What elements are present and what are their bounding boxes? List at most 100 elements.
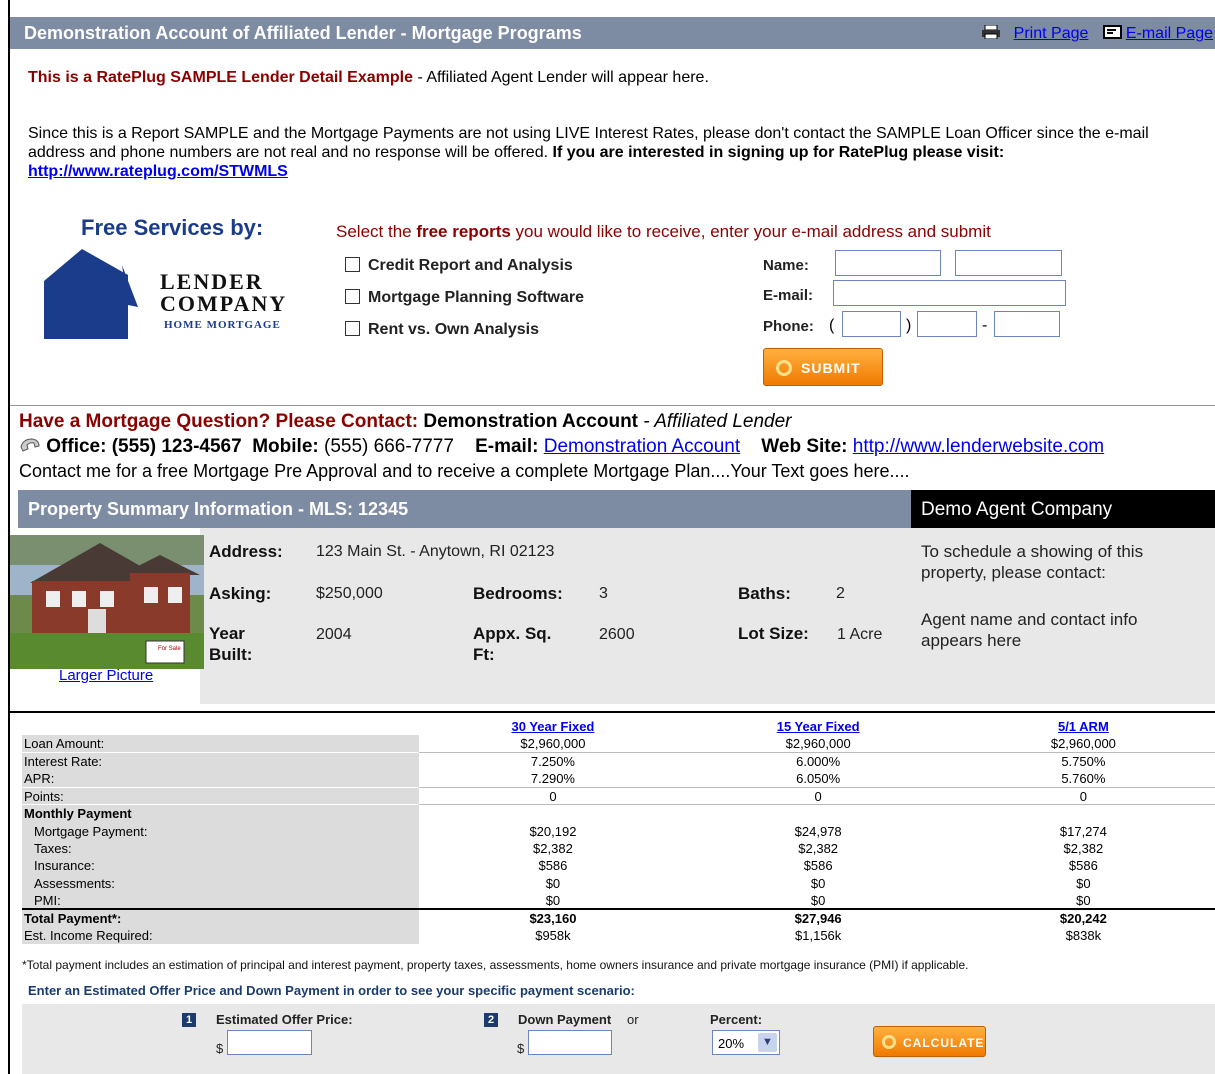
calculate-button[interactable]: CALCULATE [873, 1026, 986, 1057]
phone-label: Phone: [763, 318, 814, 335]
email-page-link[interactable]: E-mail Page [1102, 25, 1213, 42]
checkbox-label: Credit Report and Analysis [368, 257, 573, 274]
sample-disclaimer: Since this is a Report SAMPLE and the Mo… [28, 124, 1203, 181]
house-image[interactable]: For Sale [10, 535, 204, 669]
cell-15yr: $586 [803, 858, 833, 874]
cell-30yr: 7.250% [530, 754, 575, 770]
program-30yr-link[interactable]: 30 Year Fixed [512, 719, 595, 734]
phone-close-paren: ) [906, 317, 912, 334]
table-row: Taxes: $2,382 $2,382 $2,382 [22, 839, 1215, 858]
chevron-down-icon[interactable]: ▼ [758, 1033, 777, 1052]
phone-area-input[interactable] [842, 311, 901, 337]
website-label: Web Site: [761, 436, 848, 457]
checkbox-row-planning[interactable]: Mortgage Planning Software [345, 289, 584, 307]
program-15yr-header: 15 Year Fixed [685, 718, 950, 735]
loan-table-header: 30 Year Fixed 15 Year Fixed 5/1 ARM [22, 718, 1215, 736]
lender-logo-graphic: LENDER COMPANY HOME MORTGAGE [44, 249, 285, 339]
website-link[interactable]: http://www.lenderwebsite.com [853, 436, 1104, 457]
checkbox-label: Rent vs. Own Analysis [368, 321, 540, 338]
cell-15yr: $24,978 [794, 823, 842, 839]
table-row: Insurance: $586 $586 $586 [22, 857, 1215, 875]
phone-line-input[interactable] [994, 311, 1060, 337]
calculate-label: CALCULATE [903, 1036, 985, 1050]
calculator-instruction: Enter an Estimated Offer Price and Down … [28, 983, 635, 998]
sample-notice-text: - Affiliated Agent Lender will appear he… [413, 69, 709, 86]
cell-30yr [419, 805, 684, 822]
checkbox-row-rent[interactable]: Rent vs. Own Analysis [345, 321, 539, 339]
submit-circle-icon [776, 360, 792, 376]
cell-30yr: $20,192 [529, 823, 577, 839]
cell-15yr: $27,946 [684, 908, 950, 927]
contact-question: Have a Mortgage Question? Please Contact… [19, 411, 419, 432]
submit-button[interactable]: SUBMIT [763, 348, 883, 386]
print-page-link[interactable]: Print Page [1014, 25, 1089, 42]
contact-email-link[interactable]: Demonstration Account [544, 436, 740, 457]
sqft-label-1: Appx. Sq. [473, 624, 552, 643]
checkbox-label: Mortgage Planning Software [368, 289, 585, 306]
offer-price-label: Estimated Offer Price: [216, 1012, 353, 1027]
lot-size-value: 1 Acre [837, 626, 883, 643]
email-icon[interactable] [1102, 25, 1123, 39]
total-payment-footnote: *Total payment includes an estimation of… [22, 958, 969, 972]
checkbox-row-credit[interactable]: Credit Report and Analysis [345, 257, 573, 275]
email-page-label[interactable]: E-mail Page [1126, 25, 1213, 42]
agent-schedule-text: To schedule a showing of this property, … [921, 542, 1144, 582]
cell-30yr: $23,160 [419, 908, 685, 927]
first-name-input[interactable] [835, 250, 941, 276]
offer-price-input[interactable] [227, 1030, 312, 1055]
larger-picture-link[interactable]: Larger Picture [59, 667, 153, 684]
year-built-label-2: Built: [209, 645, 253, 664]
percent-label: Percent: [710, 1012, 763, 1027]
address-value: 123 Main St. - Anytown, RI 02123 [316, 543, 555, 560]
down-payment-input[interactable] [528, 1030, 612, 1055]
cell-arm: $586 [1068, 858, 1098, 874]
contact-details: Office: (555) 123-4567 Mobile: (555) 666… [19, 436, 1104, 458]
credit-report-checkbox[interactable] [345, 257, 360, 272]
email-input[interactable] [833, 280, 1066, 306]
select-reports-instruction: Select the free reports you would like t… [336, 222, 991, 242]
program-15yr-link[interactable]: 15 Year Fixed [777, 719, 860, 734]
program-30yr-header: 30 Year Fixed [419, 718, 684, 735]
table-row: Assessments: $0 $0 $0 [22, 874, 1215, 892]
select-pre: Select the [336, 222, 417, 241]
mobile-phone: (555) 666-7777 [318, 436, 454, 457]
loan-programs-table: 30 Year Fixed 15 Year Fixed 5/1 ARM Loan… [22, 718, 1215, 945]
header-links: Print Page E-mail Page [981, 25, 1213, 43]
cell-30yr: $0 [545, 875, 561, 891]
row-label: Loan Amount: [22, 735, 420, 754]
property-photo[interactable]: For Sale [10, 535, 204, 669]
address-label: Address: [209, 542, 283, 561]
mortgage-planning-checkbox[interactable] [345, 289, 360, 304]
cell-30yr: $2,960,000 [419, 735, 685, 754]
table-row: Points: 0 0 0 [22, 787, 1215, 806]
property-summary-bar: Property Summary Information - MLS: 1234… [18, 490, 911, 528]
table-row-section: Monthly Payment [22, 804, 1215, 823]
row-label: PMI: [22, 891, 420, 910]
cell-15yr [685, 805, 950, 822]
cell-30yr: $586 [538, 858, 568, 874]
rateplug-link[interactable]: http://www.rateplug.com/STWMLS [28, 163, 288, 180]
sample-notice-bold: This is a RatePlug SAMPLE Lender Detail … [28, 69, 413, 86]
calculator-panel [22, 1004, 1215, 1074]
free-services-title: Free Services by: [81, 215, 264, 240]
percent-select[interactable]: 20% ▼ [712, 1030, 780, 1055]
rent-vs-own-checkbox[interactable] [345, 321, 360, 336]
percent-selected-value: 20% [718, 1036, 745, 1051]
bedrooms-label: Bedrooms: [473, 584, 563, 603]
row-label: Taxes: [22, 839, 420, 858]
header-bar: Demonstration Account of Affiliated Lend… [10, 17, 1215, 49]
row-label: Assessments: [22, 874, 420, 892]
last-name-input[interactable] [955, 250, 1062, 276]
calculate-circle-icon [882, 1035, 896, 1049]
cell-arm: $838k [1065, 927, 1102, 943]
program-arm-link[interactable]: 5/1 ARM [1058, 719, 1109, 734]
agent-company-name: Demo Agent Company [921, 499, 1113, 520]
cell-15yr: 0 [684, 787, 950, 806]
asking-label: Asking: [209, 584, 272, 603]
program-arm-header: 5/1 ARM [950, 718, 1215, 735]
section-divider [10, 405, 1215, 406]
step-1-badge: 1 [182, 1013, 196, 1027]
phone-prefix-input[interactable] [917, 311, 977, 337]
printer-icon[interactable] [981, 25, 1001, 39]
baths-value: 2 [836, 585, 845, 602]
